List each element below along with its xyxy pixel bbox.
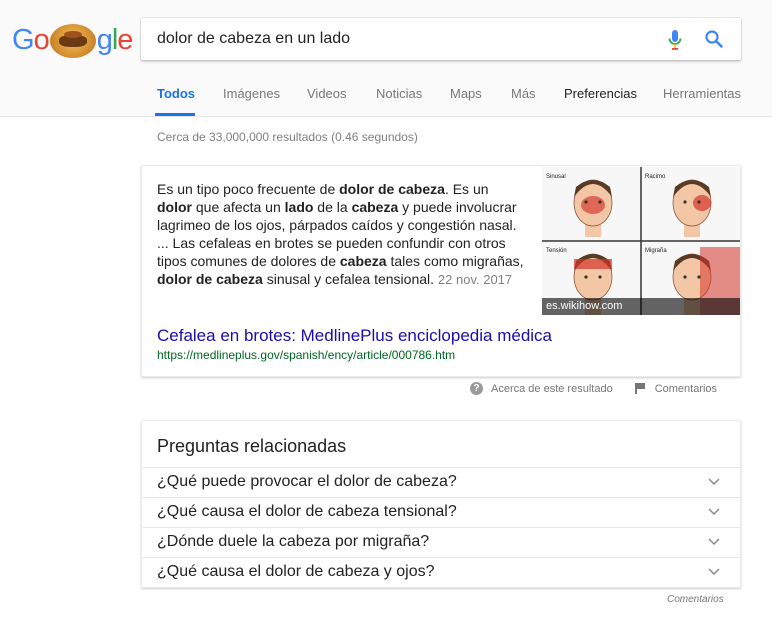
snippet-text-segment: sinusal y cefalea tensional.: [262, 271, 435, 287]
chevron-down-icon: [708, 568, 720, 576]
snippet-text-segment: . Es un: [444, 181, 489, 197]
tab-mas[interactable]: Más: [511, 86, 536, 101]
tab-noticias[interactable]: Noticias: [376, 86, 422, 101]
feedback-link[interactable]: Comentarios: [655, 383, 717, 395]
snippet-text-segment: de la: [313, 199, 352, 215]
related-questions-title: Preguntas relacionadas: [157, 436, 347, 456]
related-question-item[interactable]: ¿Qué causa el dolor de cabeza y ojos?: [142, 557, 740, 588]
tab-videos[interactable]: Videos: [307, 86, 347, 101]
image-label-racimo: Racimo: [645, 174, 666, 180]
result-url: https://medlineplus.gov/spanish/ency/art…: [157, 348, 456, 362]
chevron-down-icon: [708, 538, 720, 546]
image-label-migrana: Migraña: [645, 248, 667, 254]
feedback-flag-icon: [634, 383, 645, 394]
tab-preferencias[interactable]: Preferencias: [564, 86, 637, 101]
featured-image[interactable]: Sinusal Racimo Tensión Migraña es.wikiho…: [542, 167, 740, 315]
related-question-text: ¿Qué causa el dolor de cabeza tensional?: [157, 503, 457, 520]
related-question-text: ¿Qué puede provocar el dolor de cabeza?: [157, 473, 457, 490]
google-logo[interactable]: Gogle: [12, 20, 133, 60]
result-title-link[interactable]: Cefalea en brotes: MedlinePlus enciclope…: [157, 326, 552, 346]
related-question-item[interactable]: ¿Dónde duele la cabeza por migraña?: [142, 527, 740, 558]
about-result-link[interactable]: Acerca de este resultado: [491, 383, 613, 395]
image-label-tension: Tensión: [546, 248, 567, 254]
header: Gogle Todos Imágenes Videos Noticias Map…: [0, 0, 772, 117]
search-box: [141, 18, 741, 60]
search-icon[interactable]: [704, 29, 724, 49]
mic-icon[interactable]: [668, 29, 682, 51]
related-questions: Preguntas relacionadas ¿Qué puede provoc…: [141, 420, 741, 588]
tab-imagenes[interactable]: Imágenes: [223, 86, 280, 101]
snippet-text-segment: tales como migrañas,: [386, 253, 524, 269]
chevron-down-icon: [708, 508, 720, 516]
result-stats: Cerca de 33,000,000 resultados (0.46 seg…: [157, 130, 418, 144]
snippet-bold-term: dolor de cabeza: [339, 181, 445, 197]
logo-letter-g2: g: [96, 23, 113, 56]
search-tabs: Todos Imágenes Videos Noticias Maps Más …: [0, 80, 772, 116]
snippet-bold-term: cabeza: [339, 253, 387, 269]
image-credit: es.wikihow.com: [542, 298, 740, 315]
snippet-date: 22 nov. 2017: [437, 272, 513, 287]
about-row: ? Acerca de este resultado Comentarios: [470, 382, 717, 395]
related-question-text: ¿Dónde duele la cabeza por migraña?: [157, 533, 430, 550]
related-question-item[interactable]: ¿Qué puede provocar el dolor de cabeza?: [142, 467, 740, 498]
chevron-down-icon: [708, 478, 720, 486]
related-question-text: ¿Qué causa el dolor de cabeza y ojos?: [157, 563, 435, 580]
doodle-icon: [49, 24, 96, 58]
tab-maps[interactable]: Maps: [450, 86, 482, 101]
related-question-item[interactable]: ¿Qué causa el dolor de cabeza tensional?: [142, 497, 740, 528]
help-icon: ?: [470, 382, 483, 395]
logo-letter-o: o: [33, 23, 50, 56]
snippet-text-segment: que afecta un: [192, 199, 285, 215]
search-input[interactable]: [157, 18, 637, 60]
featured-snippet-card: Es un tipo poco frecuente de dolor de ca…: [141, 165, 741, 377]
active-tab-indicator: [155, 113, 195, 116]
logo-letter-g: G: [12, 23, 35, 56]
snippet-bold-term: lado: [284, 199, 314, 215]
tab-todos[interactable]: Todos: [157, 86, 195, 101]
logo-letter-e: e: [117, 23, 133, 56]
snippet-bold-term: cabeza: [351, 199, 399, 215]
bottom-feedback-link[interactable]: Comentarios: [667, 594, 724, 605]
featured-snippet-text: Es un tipo poco frecuente de dolor de ca…: [157, 180, 527, 289]
snippet-text-segment: Es un tipo poco frecuente de: [157, 181, 340, 197]
snippet-bold-term: dolor: [157, 199, 192, 215]
snippet-bold-term: dolor de cabeza: [157, 271, 263, 287]
image-label-sinusal: Sinusal: [546, 174, 566, 180]
tab-herramientas[interactable]: Herramientas: [663, 86, 741, 101]
